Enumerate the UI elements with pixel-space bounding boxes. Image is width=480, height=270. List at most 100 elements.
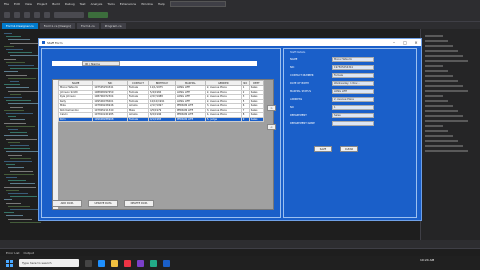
solution-item[interactable] <box>425 90 468 92</box>
table-cell[interactable]: PERSON LIFE <box>174 116 206 122</box>
code-editor[interactable] <box>0 29 43 240</box>
solution-item[interactable] <box>425 100 448 102</box>
app-icon-2[interactable] <box>150 259 157 267</box>
tray-time[interactable]: 10:24 AM <box>420 258 434 262</box>
code-line <box>4 199 12 201</box>
update-data-button[interactable]: UPDATE DATA <box>88 200 118 207</box>
table-cell[interactable]: Sales <box>248 116 265 122</box>
task-view-icon[interactable] <box>85 259 92 267</box>
solution-item[interactable] <box>425 45 453 47</box>
table-cell[interactable]: 199608288968 <box>92 116 128 122</box>
solution-item[interactable] <box>425 80 458 82</box>
solution-item[interactable] <box>425 110 458 112</box>
move-right-button[interactable]: > <box>267 105 276 111</box>
solution-item[interactable] <box>425 145 463 147</box>
menu-item-2[interactable]: View <box>25 2 32 6</box>
staff-form-taskbar-icon[interactable] <box>163 259 170 267</box>
menu-item-7[interactable]: Analyze <box>91 2 103 6</box>
code-line <box>10 42 39 44</box>
field-input[interactable]: LONG LIFE <box>332 89 374 94</box>
staff-grid[interactable]: NAME NIC CONTACT BIRTHDAY MARITAL GENDER NO DEP… <box>52 79 274 210</box>
solution-item[interactable] <box>425 65 443 67</box>
field-input[interactable]: Mona Hatsumi <box>332 57 374 62</box>
tab-design[interactable]: Form1.cs [Design] <box>39 23 76 29</box>
table-cell[interactable]: Kirin <box>57 116 94 122</box>
table-cell[interactable]: 9 <box>240 116 250 122</box>
solution-item[interactable] <box>425 85 463 87</box>
table-cell[interactable]: 5, judge <box>204 116 242 122</box>
table-cell[interactable]: 9/1/1983 <box>148 116 176 122</box>
file-explorer-icon[interactable] <box>111 259 118 267</box>
taskbar-search[interactable]: Type here to search <box>19 259 79 267</box>
delete-data-button[interactable]: DELETE DATA <box>124 200 154 207</box>
solution-item[interactable] <box>425 95 443 97</box>
menu-item-5[interactable]: Debug <box>65 2 75 6</box>
close-icon[interactable]: × <box>411 39 421 46</box>
solution-item[interactable] <box>425 135 453 137</box>
solution-item[interactable] <box>425 125 443 127</box>
error-list-tab[interactable]: Error List <box>6 251 20 255</box>
menu-item-4[interactable]: Build <box>52 2 60 6</box>
menu-item-0[interactable]: File <box>4 2 9 6</box>
maximize-icon[interactable]: □ <box>400 39 410 46</box>
add-data-button[interactable]: ADD DATA <box>52 200 82 207</box>
code-line <box>6 49 23 50</box>
save-icon[interactable] <box>24 11 30 18</box>
save-button[interactable]: SAVE <box>314 146 332 152</box>
solution-item[interactable] <box>425 50 458 52</box>
edge-icon[interactable] <box>98 259 105 267</box>
menu-item-8[interactable]: Tools <box>107 2 114 6</box>
menu-item-11[interactable]: Help <box>158 2 165 6</box>
move-left-button[interactable]: < <box>267 124 276 130</box>
form-title: Staff Form <box>47 40 63 45</box>
solution-item[interactable] <box>425 130 448 132</box>
menu-item-10[interactable]: Window <box>141 2 153 6</box>
forward-icon[interactable] <box>14 11 20 18</box>
row-header <box>53 80 58 209</box>
field-input[interactable]: 2, Avenue Place <box>332 97 374 102</box>
output-tab[interactable]: Output <box>24 251 34 255</box>
field-input[interactable]: Female <box>332 73 374 78</box>
menu-item-6[interactable]: Test <box>80 2 86 6</box>
search-combo[interactable]: ID / Na​me <box>82 61 120 66</box>
field-input[interactable]: Sales <box>332 113 374 118</box>
menu-item-9[interactable]: Extensions <box>120 2 136 6</box>
field-input[interactable] <box>332 121 374 126</box>
solution-item[interactable] <box>425 60 468 62</box>
code-line <box>4 186 36 188</box>
solution-item[interactable] <box>425 70 448 72</box>
undo-icon[interactable] <box>34 11 40 18</box>
code-line <box>6 151 39 153</box>
chrome-icon[interactable] <box>124 259 131 267</box>
menu-item-1[interactable]: Edit <box>14 2 20 6</box>
solution-item[interactable] <box>425 150 468 152</box>
solution-item[interactable] <box>425 55 463 57</box>
table-row[interactable]: Kirin 199608288968 Female 9/1/1983 PERSON LI… <box>57 116 265 122</box>
field-input[interactable]: Wednesday, 1 Nov... <box>332 81 374 86</box>
solution-item[interactable] <box>425 105 453 107</box>
solution-item[interactable] <box>425 75 453 77</box>
solution-item[interactable] <box>425 40 448 42</box>
solution-item[interactable] <box>425 120 468 122</box>
tab-program[interactable]: Program.cs <box>100 23 126 29</box>
visual-studio-icon[interactable] <box>137 259 144 267</box>
vs-search-box[interactable] <box>170 1 226 7</box>
minimize-icon[interactable]: – <box>389 39 399 46</box>
windows-start-icon[interactable] <box>6 259 13 267</box>
clear-button[interactable]: CLEAR <box>340 146 358 152</box>
config-dropdown[interactable] <box>54 11 84 18</box>
menu-item-3[interactable]: Project <box>37 2 47 6</box>
code-line <box>10 106 23 108</box>
start-button[interactable] <box>88 11 108 18</box>
table-cell[interactable]: Female <box>126 116 150 122</box>
tab-code[interactable]: Form1.cs <box>77 23 99 29</box>
code-line <box>8 65 34 66</box>
field-input[interactable]: 1 <box>332 105 374 110</box>
back-icon[interactable] <box>4 11 10 18</box>
solution-item[interactable] <box>425 140 458 142</box>
redo-icon[interactable] <box>44 11 50 18</box>
solution-item[interactable] <box>425 35 443 37</box>
field-input[interactable]: 197505254341 <box>332 65 374 70</box>
solution-item[interactable] <box>425 115 463 117</box>
code-line <box>4 109 24 111</box>
